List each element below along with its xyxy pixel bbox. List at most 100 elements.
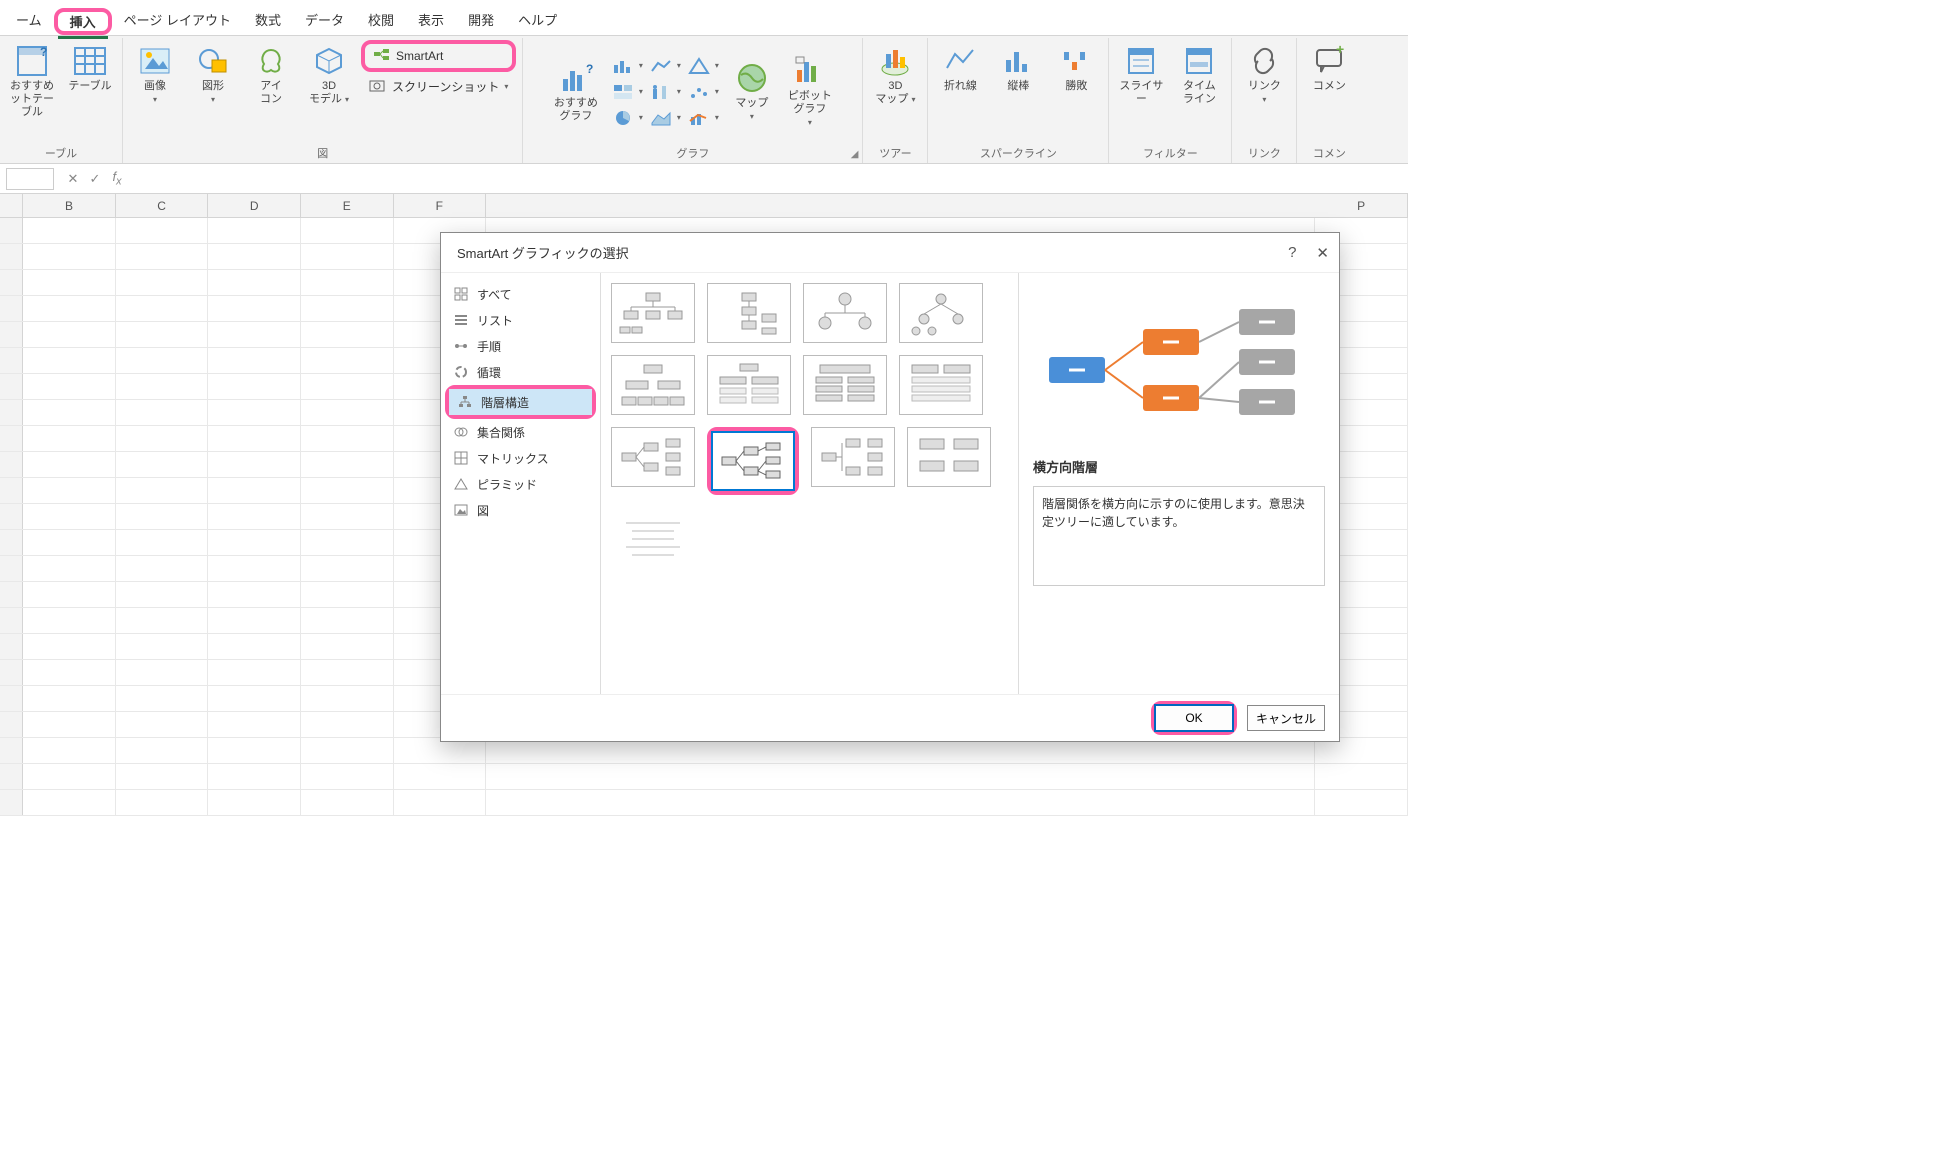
sparkline-winloss-button[interactable]: 勝敗 bbox=[1050, 40, 1102, 97]
category-hierarchy[interactable]: 階層構造 bbox=[449, 389, 592, 415]
category-pyramid[interactable]: ピラミッド bbox=[445, 471, 596, 497]
group-tours: 3Dマップ ▾ ツアー bbox=[863, 38, 928, 163]
comment-button[interactable]: + コメン bbox=[1303, 40, 1355, 97]
gallery-thumb[interactable] bbox=[803, 283, 887, 343]
gallery-thumb[interactable] bbox=[899, 283, 983, 343]
group-filters: スライサー タイムライン フィルター bbox=[1109, 38, 1232, 163]
highlight-category-hierarchy: 階層構造 bbox=[445, 385, 596, 419]
ribbon-tabs: ーム 挿入 ページ レイアウト 数式 データ 校閲 表示 開発 ヘルプ bbox=[0, 0, 1408, 36]
pictures-button[interactable]: 画像▾ bbox=[129, 40, 181, 110]
col-header[interactable]: D bbox=[208, 194, 301, 217]
gallery-thumb[interactable] bbox=[611, 507, 695, 567]
gallery-thumb[interactable] bbox=[611, 427, 695, 487]
category-cycle[interactable]: 循環 bbox=[445, 359, 596, 385]
smartart-gallery[interactable] bbox=[601, 273, 1019, 694]
matrix-icon bbox=[453, 451, 469, 465]
charts-dialog-launcher[interactable]: ◢ bbox=[851, 149, 859, 160]
3d-map-button[interactable]: 3Dマップ ▾ bbox=[869, 40, 921, 110]
col-header[interactable]: P bbox=[1315, 194, 1408, 217]
tab-data[interactable]: データ bbox=[293, 4, 356, 35]
dialog-title: SmartArt グラフィックの選択 bbox=[457, 243, 629, 262]
process-icon bbox=[453, 339, 469, 353]
category-list: すべて リスト 手順 循環 階層構造 bbox=[441, 273, 601, 694]
smartart-dialog: SmartArt グラフィックの選択 ? ✕ すべて リスト 手順 bbox=[440, 232, 1340, 742]
dialog-help-button[interactable]: ? bbox=[1288, 244, 1296, 262]
gallery-thumb[interactable] bbox=[811, 427, 895, 487]
category-matrix[interactable]: マトリックス bbox=[445, 445, 596, 471]
col-header[interactable]: E bbox=[301, 194, 394, 217]
group-label-charts: グラフ bbox=[676, 143, 709, 163]
group-label-tables: ーブル bbox=[45, 143, 77, 163]
group-label-filters: フィルター bbox=[1143, 143, 1198, 163]
col-header[interactable]: C bbox=[116, 194, 209, 217]
dialog-close-button[interactable]: ✕ bbox=[1316, 244, 1329, 262]
chart-stat-button[interactable]: ▾ bbox=[646, 80, 682, 104]
group-sparklines: 折れ線 縦棒 勝敗 スパークライン bbox=[928, 38, 1109, 163]
tab-page-layout[interactable]: ページ レイアウト bbox=[112, 4, 243, 35]
recommended-charts-button[interactable]: ? おすすめグラフ bbox=[550, 57, 602, 127]
group-label-tours: ツアー bbox=[879, 143, 911, 163]
preview-graphic bbox=[1039, 299, 1319, 439]
tab-home[interactable]: ーム bbox=[4, 4, 54, 35]
gallery-thumb[interactable] bbox=[611, 283, 695, 343]
timeline-button[interactable]: タイムライン bbox=[1173, 40, 1225, 110]
screenshot-button[interactable]: スクリーンショット ▾ bbox=[361, 74, 516, 98]
group-label-links: リンク bbox=[1248, 143, 1281, 163]
tab-review[interactable]: 校閲 bbox=[356, 4, 406, 35]
name-box[interactable] bbox=[6, 168, 54, 190]
tab-insert[interactable]: 挿入 bbox=[58, 9, 108, 39]
ok-button[interactable]: OK bbox=[1155, 705, 1233, 731]
chart-hierarchy-button[interactable]: ▾ bbox=[608, 80, 644, 104]
category-picture[interactable]: 図 bbox=[445, 497, 596, 523]
gallery-thumb[interactable] bbox=[707, 283, 791, 343]
enter-icon[interactable]: ✓ bbox=[84, 171, 106, 187]
chart-surface-button[interactable]: ▾ bbox=[646, 106, 682, 130]
category-process[interactable]: 手順 bbox=[445, 333, 596, 359]
svg-text:?: ? bbox=[40, 45, 47, 59]
table-button[interactable]: テーブル bbox=[64, 40, 116, 97]
tab-developer[interactable]: 開発 bbox=[456, 4, 506, 35]
group-charts: ? おすすめグラフ ▾ ▾ ▾ ▾ ▾ ▾ ▾ ▾ ▾ マップ▾ bbox=[523, 38, 863, 163]
gallery-thumb[interactable] bbox=[899, 355, 983, 415]
maps-button[interactable]: マップ▾ bbox=[726, 57, 778, 127]
group-tables: ? おすすめットテーブル テーブル ーブル bbox=[0, 38, 123, 163]
gallery-thumb[interactable] bbox=[907, 427, 991, 487]
cancel-icon[interactable]: ✕ bbox=[62, 171, 84, 187]
chart-column-button[interactable]: ▾ bbox=[608, 54, 644, 78]
cancel-button[interactable]: キャンセル bbox=[1247, 705, 1325, 731]
tab-view[interactable]: 表示 bbox=[406, 4, 456, 35]
fx-icon[interactable]: fx bbox=[106, 169, 128, 188]
gallery-thumb[interactable] bbox=[611, 355, 695, 415]
slicer-button[interactable]: スライサー bbox=[1115, 40, 1167, 110]
icons-button[interactable]: アイコン bbox=[245, 40, 297, 110]
group-links: リンク▾ リンク bbox=[1232, 38, 1297, 163]
highlight-ok: OK bbox=[1151, 701, 1237, 735]
chart-combo-button[interactable]: ▾ bbox=[684, 106, 720, 130]
list-icon bbox=[453, 313, 469, 327]
3d-models-button[interactable]: 3Dモデル ▾ bbox=[303, 40, 355, 110]
tab-formulas[interactable]: 数式 bbox=[243, 4, 293, 35]
picture-icon bbox=[453, 503, 469, 517]
category-relationship[interactable]: 集合関係 bbox=[445, 419, 596, 445]
link-button[interactable]: リンク▾ bbox=[1238, 40, 1290, 110]
chart-pie-button[interactable]: ▾ bbox=[608, 106, 644, 130]
sparkline-column-button[interactable]: 縦棒 bbox=[992, 40, 1044, 97]
col-header[interactable]: F bbox=[394, 194, 487, 217]
sparkline-line-button[interactable]: 折れ線 bbox=[934, 40, 986, 97]
gallery-thumb-selected[interactable] bbox=[711, 431, 795, 491]
tab-help[interactable]: ヘルプ bbox=[506, 4, 569, 35]
chart-pyramid-button[interactable]: ▾ bbox=[684, 54, 720, 78]
category-list[interactable]: リスト bbox=[445, 307, 596, 333]
chart-line-button[interactable]: ▾ bbox=[646, 54, 682, 78]
pivot-chart-button[interactable]: ピボットグラフ▾ bbox=[784, 50, 836, 133]
smartart-button[interactable]: SmartArt bbox=[365, 44, 512, 68]
chart-scatter-button[interactable]: ▾ bbox=[684, 80, 720, 104]
group-label-sparklines: スパークライン bbox=[980, 143, 1057, 163]
gallery-thumb[interactable] bbox=[803, 355, 887, 415]
recommended-pivot-button[interactable]: ? おすすめットテーブル bbox=[6, 40, 58, 123]
gallery-thumb[interactable] bbox=[707, 355, 791, 415]
col-header[interactable]: B bbox=[23, 194, 116, 217]
category-all[interactable]: すべて bbox=[445, 281, 596, 307]
ribbon: ? おすすめットテーブル テーブル ーブル 画像▾ 図形▾ bbox=[0, 36, 1408, 164]
shapes-button[interactable]: 図形▾ bbox=[187, 40, 239, 110]
